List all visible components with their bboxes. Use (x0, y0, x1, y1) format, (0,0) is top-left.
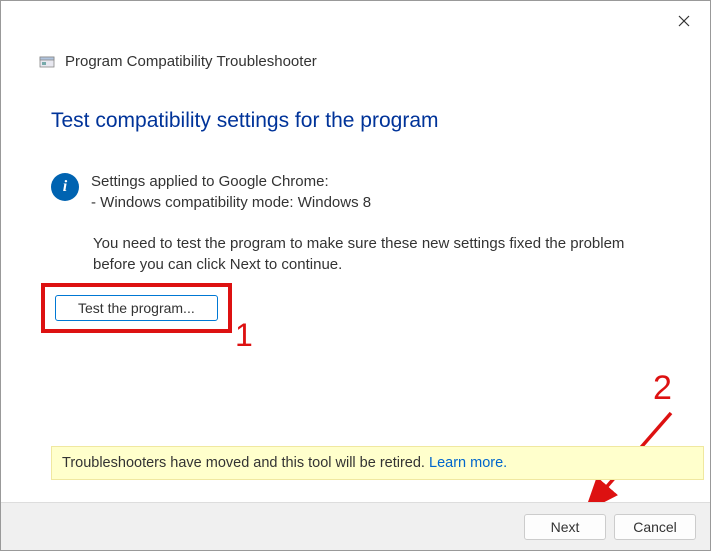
info-text: Settings applied to Google Chrome: - Win… (91, 171, 371, 213)
window-title: Program Compatibility Troubleshooter (65, 53, 317, 70)
notice-bar: Troubleshooters have moved and this tool… (51, 446, 704, 480)
footer: Next Cancel (1, 502, 710, 550)
instruction-text: You need to test the program to make sur… (93, 233, 670, 275)
learn-more-link[interactable]: Learn more. (429, 455, 507, 471)
next-button[interactable]: Next (524, 514, 606, 540)
test-program-button[interactable]: Test the program... (55, 295, 218, 321)
annotation-label-2: 2 (653, 369, 672, 408)
page-heading: Test compatibility settings for the prog… (51, 109, 439, 133)
info-icon: i (51, 173, 79, 201)
close-button[interactable] (672, 9, 696, 33)
notice-text: Troubleshooters have moved and this tool… (62, 455, 429, 471)
annotation-label-1: 1 (235, 317, 253, 354)
app-icon (39, 54, 55, 70)
compatibility-mode-line: - Windows compatibility mode: Windows 8 (91, 192, 371, 213)
annotation-box-1: Test the program... (41, 283, 232, 333)
window-header: Program Compatibility Troubleshooter (39, 53, 317, 70)
cancel-button[interactable]: Cancel (614, 514, 696, 540)
info-section: i Settings applied to Google Chrome: - W… (51, 171, 371, 213)
close-icon (678, 15, 690, 27)
settings-applied-line: Settings applied to Google Chrome: (91, 171, 371, 192)
